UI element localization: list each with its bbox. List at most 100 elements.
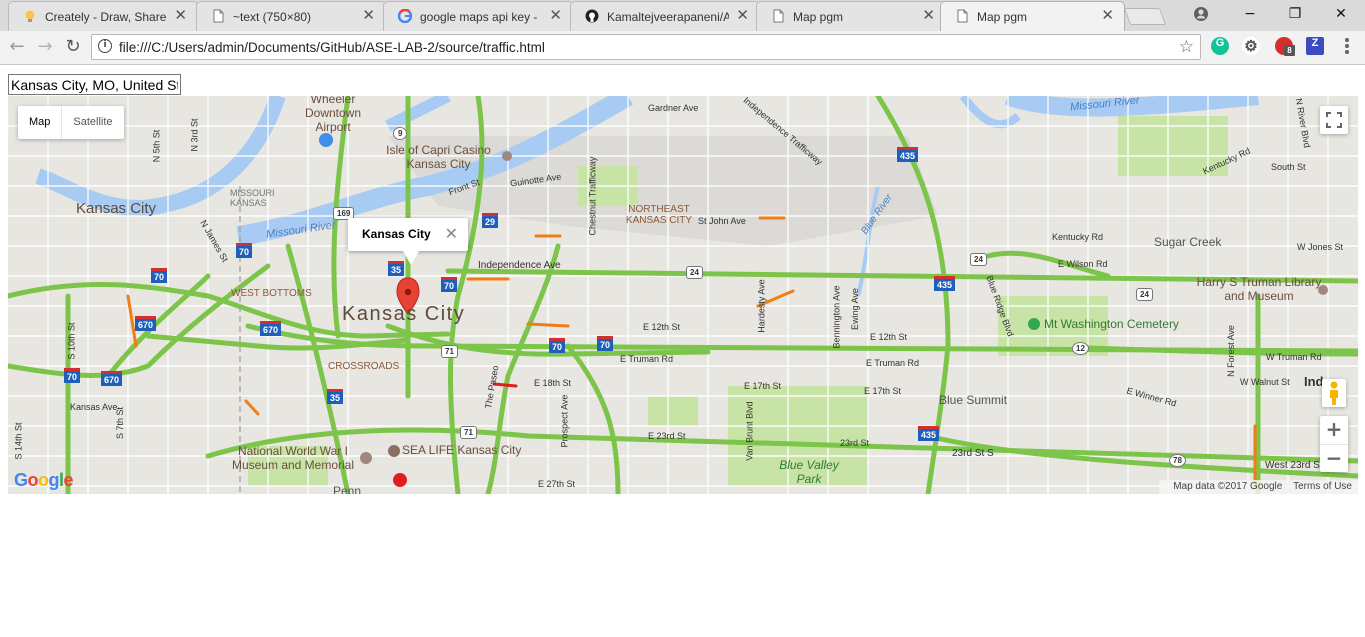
tab-map-pgm[interactable]: Map pgm ✕ (756, 1, 946, 31)
tab-close-icon[interactable]: ✕ (174, 8, 187, 24)
map-label-state-line: MISSOURI KANSAS (230, 188, 275, 208)
adblock-extension-icon[interactable]: 8 (1275, 37, 1295, 56)
google-map[interactable]: 35 70 70 70 70 70 70 670 670 670 435 435… (8, 96, 1358, 494)
z-extension-icon[interactable]: Z (1306, 37, 1324, 55)
highway-shield-435: 435 (897, 147, 919, 162)
lightbulb-icon (25, 10, 35, 22)
github-icon (585, 9, 599, 23)
pegman-icon[interactable] (1322, 379, 1346, 407)
adblock-badge: 8 (1284, 45, 1295, 56)
map-label-kansas-city: Kansas City (342, 303, 466, 325)
tab-title: Map pgm (793, 10, 844, 24)
back-button[interactable]: ← (6, 36, 28, 58)
google-icon (398, 9, 412, 23)
page-icon (773, 9, 784, 23)
tab-strip: Creately - Draw, Share, ✕ ~text (750×80)… (0, 0, 1365, 31)
bookmark-star-icon[interactable]: ☆ (1179, 37, 1194, 57)
address-bar[interactable]: i file:///C:/Users/admin/Documents/GitHu… (91, 34, 1201, 60)
tab-github[interactable]: Kamaltejveerapaneni/A ✕ (570, 1, 760, 31)
street-label: S 7th St (115, 406, 126, 440)
route-shield-78: 78 (1169, 454, 1186, 467)
street-label: W Walnut St (1240, 377, 1290, 387)
info-window-tail (403, 251, 419, 265)
new-tab-button[interactable] (1123, 8, 1167, 25)
street-label: Ewing Ave (849, 288, 860, 330)
map-label-ww1-museum: National World War I Museum and Memorial (231, 444, 355, 472)
street-label: E Truman Rd (620, 354, 674, 364)
highway-shield-70: 70 (441, 277, 458, 292)
street-label: Prospect Ave (559, 394, 570, 448)
tab-creately[interactable]: Creately - Draw, Share, ✕ (8, 1, 198, 31)
street-label: E 17th St (744, 381, 782, 391)
street-label: Independence Ave (478, 260, 561, 271)
street-label: E 23rd St (648, 431, 686, 441)
tab-close-icon[interactable]: ✕ (922, 8, 935, 24)
map-type-control: Map Satellite (18, 106, 124, 139)
street-label: W Truman Rd (1266, 352, 1322, 362)
route-shield-24: 24 (686, 266, 703, 279)
tab-title: Kamaltejveerapaneni/A (607, 10, 729, 24)
fullscreen-icon (1326, 112, 1342, 128)
fullscreen-button[interactable] (1320, 106, 1348, 134)
info-window-close-icon[interactable]: ✕ (445, 224, 458, 243)
reload-button[interactable]: ↻ (62, 36, 84, 58)
forward-button[interactable]: → (34, 36, 56, 58)
info-window: Kansas City ✕ (348, 218, 468, 265)
street-label: Van Brunt Blvd (744, 401, 755, 461)
street-label: 23rd St S (952, 448, 994, 459)
zoom-out-button[interactable]: − (1320, 445, 1348, 473)
route-shield-71: 71 (441, 345, 458, 358)
google-logo[interactable]: Google (14, 470, 74, 491)
map-label-blue-valley-park: Blue Valley Park (779, 458, 839, 486)
gear-extension-icon[interactable]: ⚙ (1242, 37, 1260, 55)
tab-title: Creately - Draw, Share, (45, 10, 167, 24)
tab-close-icon[interactable]: ✕ (1101, 8, 1114, 24)
highway-shield-670: 670 (260, 321, 282, 336)
map-label-truman-library: Harry S Truman Library and Museum (1196, 275, 1322, 303)
tab-map-pgm-active[interactable]: Map pgm ✕ (940, 1, 1125, 31)
map-label-kansas-city-ks: Kansas City (76, 200, 157, 217)
close-window-button[interactable]: ✕ (1318, 0, 1364, 30)
map-type-satellite-button[interactable]: Satellite (62, 106, 123, 139)
zoom-control: + − (1320, 416, 1348, 472)
tab-google-search[interactable]: google maps api key - ✕ (383, 1, 573, 31)
tab-close-icon[interactable]: ✕ (736, 8, 749, 24)
info-icon[interactable]: i (98, 39, 112, 53)
url-text[interactable]: file:///C:/Users/admin/Documents/GitHub/… (119, 40, 545, 55)
street-label: N 3rd St (189, 118, 200, 152)
route-shield-12: 12 (1072, 342, 1089, 355)
map-type-map-button[interactable]: Map (18, 106, 63, 139)
tab-close-icon[interactable]: ✕ (549, 8, 562, 24)
map-label-crossroads: CROSSROADS (328, 361, 400, 372)
zoom-in-button[interactable]: + (1320, 416, 1348, 445)
map-label-airport: Wheeler Downtown Airport (304, 96, 362, 134)
map-label-west-bottoms: WEST BOTTOMS (231, 288, 312, 299)
highway-shield-435: 435 (918, 426, 940, 441)
page-icon (213, 9, 224, 23)
street-label: Bennington Ave (831, 285, 842, 349)
tab-text[interactable]: ~text (750×80) ✕ (196, 1, 386, 31)
profile-icon[interactable] (1193, 6, 1209, 22)
location-search-input[interactable] (8, 74, 181, 95)
map-label-mt-washington: Mt Washington Cemetery (1044, 317, 1179, 331)
chrome-menu-icon[interactable] (1342, 38, 1352, 58)
map-label-casino: Isle of Capri Casino Kansas City (386, 143, 491, 171)
map-label-northeast: NORTHEAST KANSAS CITY (625, 204, 693, 226)
highway-shield-35: 35 (327, 389, 344, 404)
restore-button[interactable]: ❐ (1272, 0, 1318, 30)
street-label: E Wilson Rd (1058, 259, 1108, 269)
map-footer: Map data ©2017 Google Terms of Use (1159, 480, 1358, 494)
terms-of-use-link[interactable]: Terms of Use (1293, 481, 1352, 492)
street-label: E 18th St (534, 378, 572, 388)
map-label-sugar-creek: Sugar Creek (1154, 235, 1222, 249)
highway-shield-70: 70 (64, 368, 81, 383)
street-label: N 5th St (151, 129, 162, 163)
street-label: W Jones St (1297, 242, 1344, 252)
grammarly-extension-icon[interactable]: G (1211, 37, 1229, 55)
tab-close-icon[interactable]: ✕ (362, 8, 375, 24)
minimize-button[interactable]: − (1227, 0, 1273, 30)
highway-shield-435: 435 (934, 276, 956, 291)
street-label: Chestnut Trafficway (587, 156, 598, 236)
highway-shield-70: 70 (151, 268, 168, 283)
highway-shield-29: 29 (482, 213, 499, 228)
